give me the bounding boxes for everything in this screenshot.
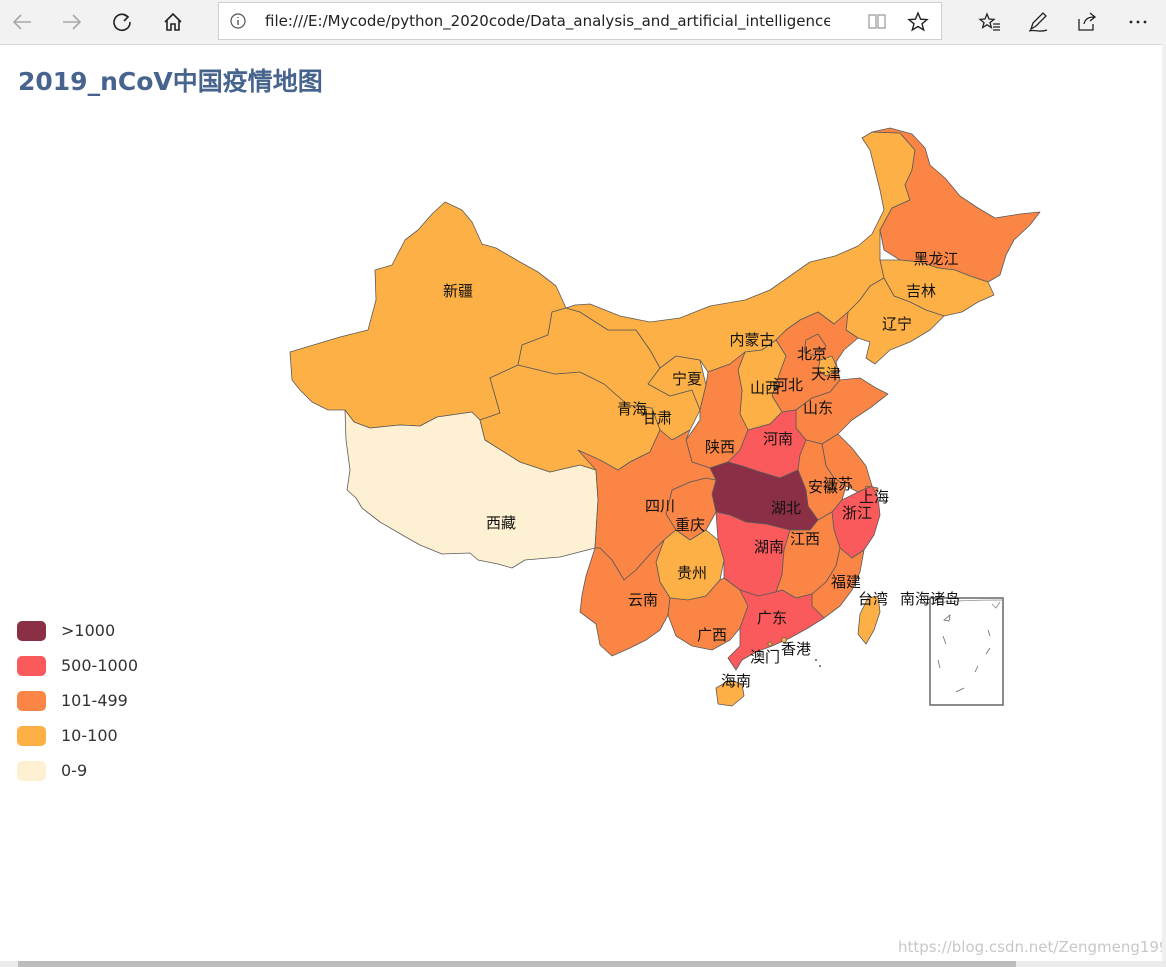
scrollbar-thumb[interactable] [18,961,1016,967]
province-label: 浙江 [842,504,872,522]
province-label: 吉林 [906,282,936,300]
province-label: 山西 [750,379,780,397]
legend-swatch [17,655,46,676]
province-label: 云南 [628,591,658,609]
vertical-scrollbar[interactable] [1162,44,1166,961]
horizontal-scrollbar[interactable] [0,961,1166,967]
visual-map-legend: >1000 500-1000 101-499 10-100 0-9 [17,613,138,788]
province-label: 陕西 [705,438,735,456]
province-label: 海南 [721,672,751,690]
province-label: 四川 [645,497,675,515]
province-label: 安徽 [808,478,838,496]
legend-item-500-1000[interactable]: 500-1000 [17,648,138,683]
province-label: 山东 [803,399,833,417]
province-label: 西藏 [486,514,516,532]
legend-item-0-9[interactable]: 0-9 [17,753,138,788]
south-china-sea-inset [929,597,1004,706]
legend-swatch [17,690,46,711]
legend-swatch [17,620,46,641]
watermark: https://blog.csdn.net/Zengmeng1998 [898,938,1166,956]
legend-swatch [17,725,46,746]
legend-item-101-499[interactable]: 101-499 [17,683,138,718]
province-label: 湖南 [754,538,784,556]
province-label: 台湾 [858,590,888,608]
province-label: 天津 [811,365,841,383]
province-aomen[interactable] [767,641,773,647]
province-label: 甘肃 [642,409,672,427]
province-label: 黑龙江 [913,250,958,268]
province-label: 辽宁 [882,315,912,333]
province-label: 贵州 [677,564,707,582]
legend-item-10-100[interactable]: 10-100 [17,718,138,753]
province-label: 湖北 [771,499,801,517]
province-label: 南海诸岛 [900,590,960,608]
province-label: 河南 [763,430,793,448]
province-label: 新疆 [443,282,473,300]
province-label: 澳门 [750,648,780,666]
legend-swatch [17,760,46,781]
province-label: 内蒙古 [729,331,774,349]
province-label: 广东 [757,609,787,627]
province-label: 重庆 [675,516,705,534]
province-label: 福建 [831,573,861,591]
province-label: 香港 [781,640,811,658]
province-label: 北京 [797,345,827,363]
legend-item-over-1000[interactable]: >1000 [17,613,138,648]
province-label: 宁夏 [672,370,702,388]
china-map: 新疆西藏青海甘肃宁夏内蒙古黑龙江吉林辽宁北京天津河北山西山东陕西 河南江苏安徽上海… [289,127,1041,707]
province-label: 江西 [790,530,820,548]
province-label: 广西 [697,626,727,644]
